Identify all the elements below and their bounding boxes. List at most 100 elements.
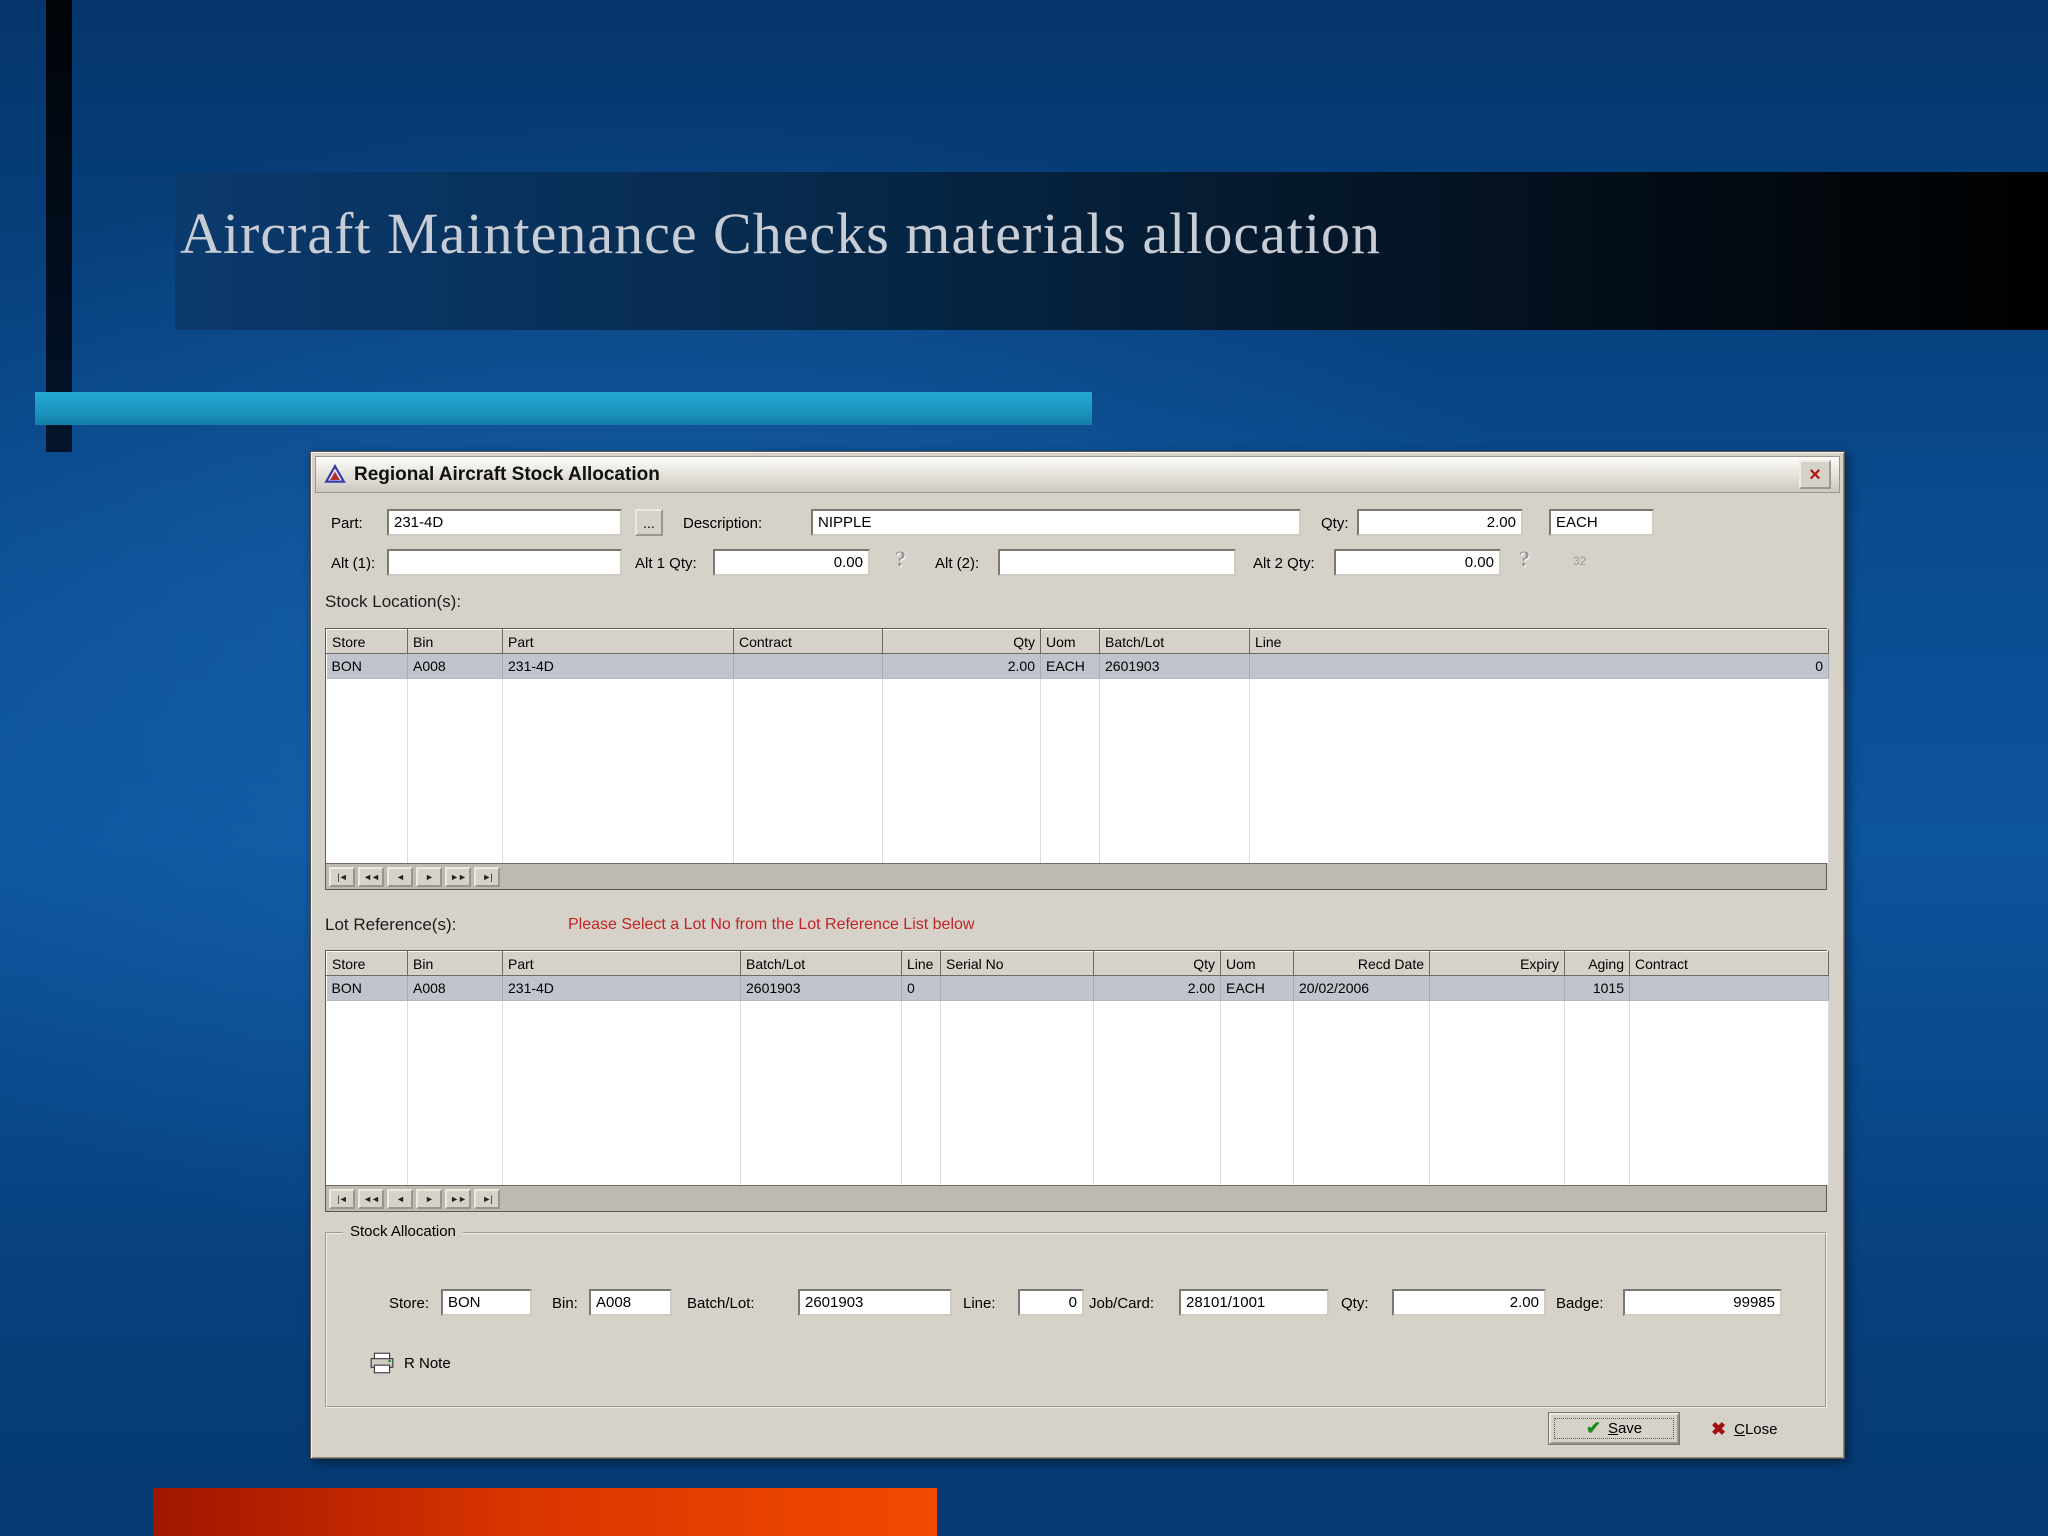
qty-input[interactable]: [1357, 509, 1523, 536]
nav-last-button[interactable]: ►|: [474, 1188, 500, 1209]
nav-next-button[interactable]: ►: [416, 1188, 442, 1209]
app-icon: [324, 463, 346, 486]
column-header[interactable]: Batch/Lot: [740, 951, 902, 976]
stock-locations-grid: Store Bin Part Contract Qty Uom Batch/Lo…: [325, 628, 1829, 890]
table-row[interactable]: BON A008 231-4D 2601903 0 2.00 EACH 20/0…: [326, 975, 1829, 1001]
nav-first-button[interactable]: |◄: [329, 1188, 355, 1209]
alt1-qty-input[interactable]: [713, 549, 870, 576]
nav-fast-next-button[interactable]: ►►: [445, 1188, 471, 1209]
alt2-label: Alt (2):: [935, 555, 980, 572]
r-note-control[interactable]: R Note: [369, 1352, 451, 1374]
table-cell: [1629, 975, 1829, 1001]
column-header[interactable]: Uom: [1220, 951, 1294, 976]
stock-locations-table: Store Bin Part Contract Qty Uom Batch/Lo…: [326, 629, 1829, 863]
table-row[interactable]: BON A008 231-4D 2.00 EACH 2601903 0: [326, 653, 1829, 679]
column-header[interactable]: Contract: [1629, 951, 1829, 976]
alt2-qty-label: Alt 2 Qty:: [1253, 555, 1315, 572]
column-header[interactable]: Qty: [882, 629, 1041, 654]
lot-references-header-row: Store Bin Part Batch/Lot Line Serial No …: [326, 951, 1829, 976]
column-header[interactable]: Store: [326, 951, 408, 976]
column-header[interactable]: Contract: [733, 629, 883, 654]
uom-input[interactable]: [1549, 509, 1654, 536]
bottom-accent-bar: [153, 1488, 937, 1536]
job-card-label: Job/Card:: [1089, 1295, 1155, 1312]
check-icon: ✔: [1585, 1418, 1601, 1438]
faint-mark: 32: [1573, 554, 1587, 568]
nav-next-button[interactable]: ►: [416, 866, 442, 887]
save-button-label: Save: [1607, 1420, 1643, 1437]
table-cell: BON: [326, 975, 408, 1001]
column-header[interactable]: Batch/Lot: [1099, 629, 1250, 654]
slide-background: Aircraft Maintenance Checks materials al…: [0, 0, 2048, 1536]
description-input[interactable]: [811, 509, 1301, 536]
column-header[interactable]: Recd Date: [1293, 951, 1430, 976]
stock-allocation-group-label: Stock Allocation: [343, 1223, 463, 1240]
alt1-help-icon[interactable]: ?: [895, 546, 906, 572]
table-cell: 0: [1249, 653, 1829, 679]
badge-input[interactable]: [1623, 1289, 1782, 1316]
part-browse-button[interactable]: ...: [635, 509, 663, 536]
batch-lot-label: Batch/Lot:: [687, 1295, 755, 1312]
qty-label: Qty:: [1321, 515, 1349, 532]
table-cell: 0: [901, 975, 941, 1001]
x-icon: ✖: [1711, 1418, 1727, 1439]
store-input[interactable]: [441, 1289, 532, 1316]
lot-references-label: Lot Reference(s):: [325, 915, 457, 934]
alt2-qty-input[interactable]: [1334, 549, 1501, 576]
table-cell: EACH: [1040, 653, 1100, 679]
table-cell: 231-4D: [502, 653, 734, 679]
save-button[interactable]: ✔ Save: [1549, 1413, 1679, 1444]
stock-allocation-group: Stock Allocation Store: Bin: Batch/Lot: …: [325, 1223, 1827, 1408]
alt1-label: Alt (1):: [331, 555, 376, 572]
nav-prev-button[interactable]: ◄: [387, 866, 413, 887]
column-header[interactable]: Part: [502, 951, 741, 976]
job-card-input[interactable]: [1179, 1289, 1329, 1316]
close-button-label: CLose: [1734, 1420, 1778, 1438]
close-button[interactable]: ✖ CLose: [1711, 1415, 1777, 1443]
accent-bar: [35, 392, 1092, 425]
column-header[interactable]: Qty: [1093, 951, 1221, 976]
nav-fast-prev-button[interactable]: ◄◄: [358, 866, 384, 887]
table-cell: 2601903: [1099, 653, 1250, 679]
alt2-input[interactable]: [998, 549, 1236, 576]
table-cell: EACH: [1220, 975, 1294, 1001]
part-input[interactable]: [387, 509, 622, 536]
column-header[interactable]: Uom: [1040, 629, 1100, 654]
column-header[interactable]: Serial No: [940, 951, 1094, 976]
window-titlebar[interactable]: Regional Aircraft Stock Allocation ×: [315, 456, 1840, 493]
column-header[interactable]: Bin: [407, 629, 503, 654]
nav-fast-next-button[interactable]: ►►: [445, 866, 471, 887]
line-input[interactable]: [1018, 1289, 1084, 1316]
column-header[interactable]: Bin: [407, 951, 503, 976]
alt2-help-icon[interactable]: ?: [1519, 546, 1530, 572]
table-cell: 1015: [1564, 975, 1630, 1001]
column-header[interactable]: Aging: [1564, 951, 1630, 976]
nav-last-button[interactable]: ►|: [474, 866, 500, 887]
lot-references-table: Store Bin Part Batch/Lot Line Serial No …: [326, 951, 1829, 1185]
table-cell: A008: [407, 975, 503, 1001]
close-icon[interactable]: ×: [1799, 460, 1831, 489]
bin-input[interactable]: [589, 1289, 672, 1316]
nav-first-button[interactable]: |◄: [329, 866, 355, 887]
column-header[interactable]: Store: [326, 629, 408, 654]
nav-fast-prev-button[interactable]: ◄◄: [358, 1188, 384, 1209]
column-header[interactable]: Line: [1249, 629, 1829, 654]
description-label: Description:: [683, 515, 763, 532]
table-cell: [940, 975, 1094, 1001]
column-header[interactable]: Expiry: [1429, 951, 1565, 976]
table-cell: 231-4D: [502, 975, 741, 1001]
allocation-qty-input[interactable]: [1392, 1289, 1546, 1316]
bin-label: Bin:: [552, 1295, 578, 1312]
batch-lot-input[interactable]: [798, 1289, 952, 1316]
alt1-input[interactable]: [387, 549, 622, 576]
table-cell: 20/02/2006: [1293, 975, 1430, 1001]
empty-grid-area: [326, 678, 1829, 863]
nav-prev-button[interactable]: ◄: [387, 1188, 413, 1209]
part-label: Part:: [331, 515, 363, 532]
printer-icon: [369, 1352, 395, 1374]
column-header[interactable]: Line: [901, 951, 941, 976]
column-header[interactable]: Part: [502, 629, 734, 654]
window-title: Regional Aircraft Stock Allocation: [354, 463, 660, 485]
slide-title: Aircraft Maintenance Checks materials al…: [180, 201, 1382, 266]
stock-locations-label: Stock Location(s):: [325, 592, 462, 611]
